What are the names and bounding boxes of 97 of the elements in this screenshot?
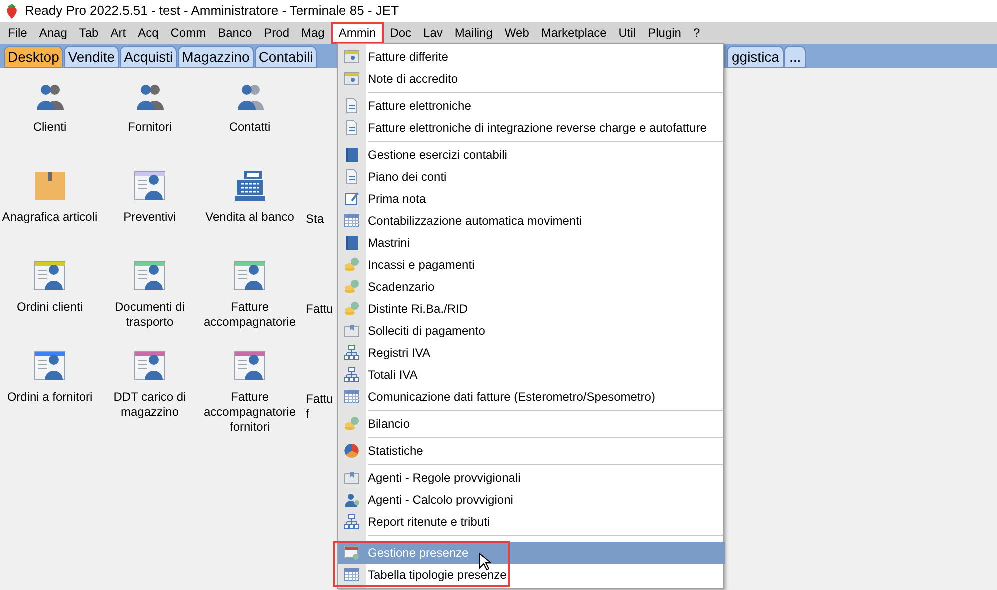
coins-icon bbox=[344, 279, 360, 295]
tree-icon bbox=[344, 345, 360, 361]
menu-item[interactable]: Agenti - Regole provvigionali bbox=[338, 467, 723, 489]
menu-bar-item[interactable]: Banco bbox=[212, 22, 258, 44]
desktop-shortcut[interactable]: Documenti di trasporto bbox=[100, 260, 200, 350]
sheet-icon bbox=[344, 49, 360, 65]
menu-bar-item[interactable]: File bbox=[2, 22, 34, 44]
menu-item[interactable]: Agenti - Calcolo provvigioni bbox=[338, 489, 723, 511]
file-icon bbox=[344, 98, 360, 114]
tree-icon bbox=[344, 514, 360, 530]
tab[interactable]: Desktop bbox=[4, 46, 64, 68]
menu-item[interactable]: Contabilizzazione automatica movimenti bbox=[338, 210, 723, 232]
menu-bar-item[interactable]: Plugin bbox=[642, 22, 688, 44]
menu-bar-item[interactable]: Doc bbox=[384, 22, 418, 44]
menu-item[interactable]: Piano dei conti bbox=[338, 166, 723, 188]
desktop-shortcut[interactable]: Contatti bbox=[200, 80, 300, 170]
menu-bar-item[interactable]: Tab bbox=[73, 22, 105, 44]
calendar-icon bbox=[344, 545, 360, 561]
menu-bar-item[interactable]: Prod bbox=[258, 22, 296, 44]
menu-item[interactable]: Report ritenute e tributi bbox=[338, 511, 723, 533]
menu-bar-item[interactable]: Mag bbox=[296, 22, 331, 44]
menu-item[interactable]: Incassi e pagamenti bbox=[338, 254, 723, 276]
letter-icon bbox=[344, 470, 360, 486]
menu-bar-item[interactable]: Mailing bbox=[448, 22, 499, 44]
coins-icon bbox=[344, 257, 360, 273]
document-card-icon bbox=[234, 260, 266, 292]
pencil-icon bbox=[344, 191, 360, 207]
menu-item[interactable]: Gestione esercizi contabili bbox=[338, 144, 723, 166]
tab[interactable]: Contabili bbox=[254, 46, 318, 68]
menu-item[interactable]: Statistiche bbox=[338, 440, 723, 462]
menu-item[interactable]: Distinte Ri.Ba./RID bbox=[338, 298, 723, 320]
document-card-icon bbox=[234, 350, 266, 382]
book-icon bbox=[344, 147, 360, 163]
pie-icon bbox=[344, 443, 360, 459]
coins-icon bbox=[344, 301, 360, 317]
menu-bar-item[interactable]: Acq bbox=[132, 22, 165, 44]
desktop-shortcut[interactable]: DDT carico di magazzino bbox=[100, 350, 200, 440]
tab[interactable]: Magazzino bbox=[178, 46, 254, 68]
menu-bar-item[interactable]: ? bbox=[687, 22, 706, 44]
sheet-icon bbox=[344, 71, 360, 87]
menu-bar-item[interactable]: Lav bbox=[418, 22, 449, 44]
desktop-shortcut[interactable]: Fatture accompagnatorie bbox=[200, 260, 300, 350]
grid-icon bbox=[344, 389, 360, 405]
tab[interactable]: ... bbox=[784, 46, 806, 68]
strawberry-icon bbox=[5, 4, 19, 18]
agent-icon bbox=[344, 492, 360, 508]
document-card-icon bbox=[134, 350, 166, 382]
document-card-icon bbox=[134, 170, 166, 202]
desktop-item-label: Sta bbox=[306, 212, 324, 227]
menu-item[interactable]: Prima nota bbox=[338, 188, 723, 210]
tab[interactable]: ggistica bbox=[727, 46, 784, 68]
menu-item[interactable]: Fatture elettroniche bbox=[338, 95, 723, 117]
mouse-cursor-icon bbox=[479, 553, 491, 571]
letter-icon bbox=[344, 323, 360, 339]
menu-item[interactable]: Comunicazione dati fatture (Esterometro/Spesometro) bbox=[338, 386, 723, 408]
tab[interactable]: Vendite bbox=[64, 46, 120, 68]
menu-item[interactable]: Mastrini bbox=[338, 232, 723, 254]
menu-item[interactable]: Fatture differite bbox=[338, 46, 723, 68]
cash-register-icon bbox=[234, 170, 266, 202]
menu-bar-item[interactable]: Comm bbox=[164, 22, 212, 44]
book-icon bbox=[344, 235, 360, 251]
desktop-shortcut[interactable]: Fornitori bbox=[100, 80, 200, 170]
menu-bar-item[interactable]: Ammin bbox=[330, 22, 384, 44]
menu-bar-item[interactable]: Art bbox=[104, 22, 132, 44]
menu-item[interactable]: Tabella tipologie presenze bbox=[338, 564, 725, 586]
menu-bar-item[interactable]: Util bbox=[612, 22, 642, 44]
grid-icon bbox=[344, 213, 360, 229]
menu-item[interactable]: Registri IVA bbox=[338, 342, 723, 364]
desktop-shortcut[interactable]: Ordini clienti bbox=[0, 260, 100, 350]
desktop-shortcut[interactable]: Clienti bbox=[0, 80, 100, 170]
tree-icon bbox=[344, 367, 360, 383]
menu-item[interactable]: Totali IVA bbox=[338, 364, 723, 386]
coins-icon bbox=[344, 416, 360, 432]
desktop-shortcut[interactable]: Vendita al banco bbox=[200, 170, 300, 260]
document-card-icon bbox=[34, 350, 66, 382]
desktop-item-label: Fattu f bbox=[306, 392, 334, 422]
file-icon bbox=[344, 169, 360, 185]
menu-item[interactable]: Solleciti di pagamento bbox=[338, 320, 723, 342]
desktop-shortcut[interactable]: Preventivi bbox=[100, 170, 200, 260]
box-icon bbox=[34, 170, 66, 202]
menu-bar-item[interactable]: Anag bbox=[33, 22, 74, 44]
document-card-icon bbox=[134, 260, 166, 292]
menu-item[interactable]: Bilancio bbox=[338, 413, 723, 435]
grid-icon bbox=[344, 567, 360, 583]
desktop-shortcut[interactable]: Fatture accompagnatorie fornitori bbox=[200, 350, 300, 440]
menu-bar-item[interactable]: Web bbox=[498, 22, 536, 44]
desktop-shortcut[interactable]: Anagrafica articoli bbox=[0, 170, 100, 260]
window-title: Ready Pro 2022.5.51 - test - Amministratore - Terminale 85 - JET bbox=[25, 2, 400, 20]
menu-item[interactable]: Scadenzario bbox=[338, 276, 723, 298]
desktop-item-label: Fattu bbox=[306, 302, 334, 317]
file-icon bbox=[344, 120, 360, 136]
menu-item[interactable]: Fatture elettroniche di integrazione reverse charge e autofatture bbox=[338, 117, 723, 139]
desktop-shortcut[interactable]: Ordini a fornitori bbox=[0, 350, 100, 440]
menu-item[interactable]: Note di accredito bbox=[338, 68, 723, 90]
document-card-icon bbox=[34, 260, 66, 292]
tab[interactable]: Acquisti bbox=[120, 46, 178, 68]
menu-bar-item[interactable]: Marketplace bbox=[535, 22, 613, 44]
